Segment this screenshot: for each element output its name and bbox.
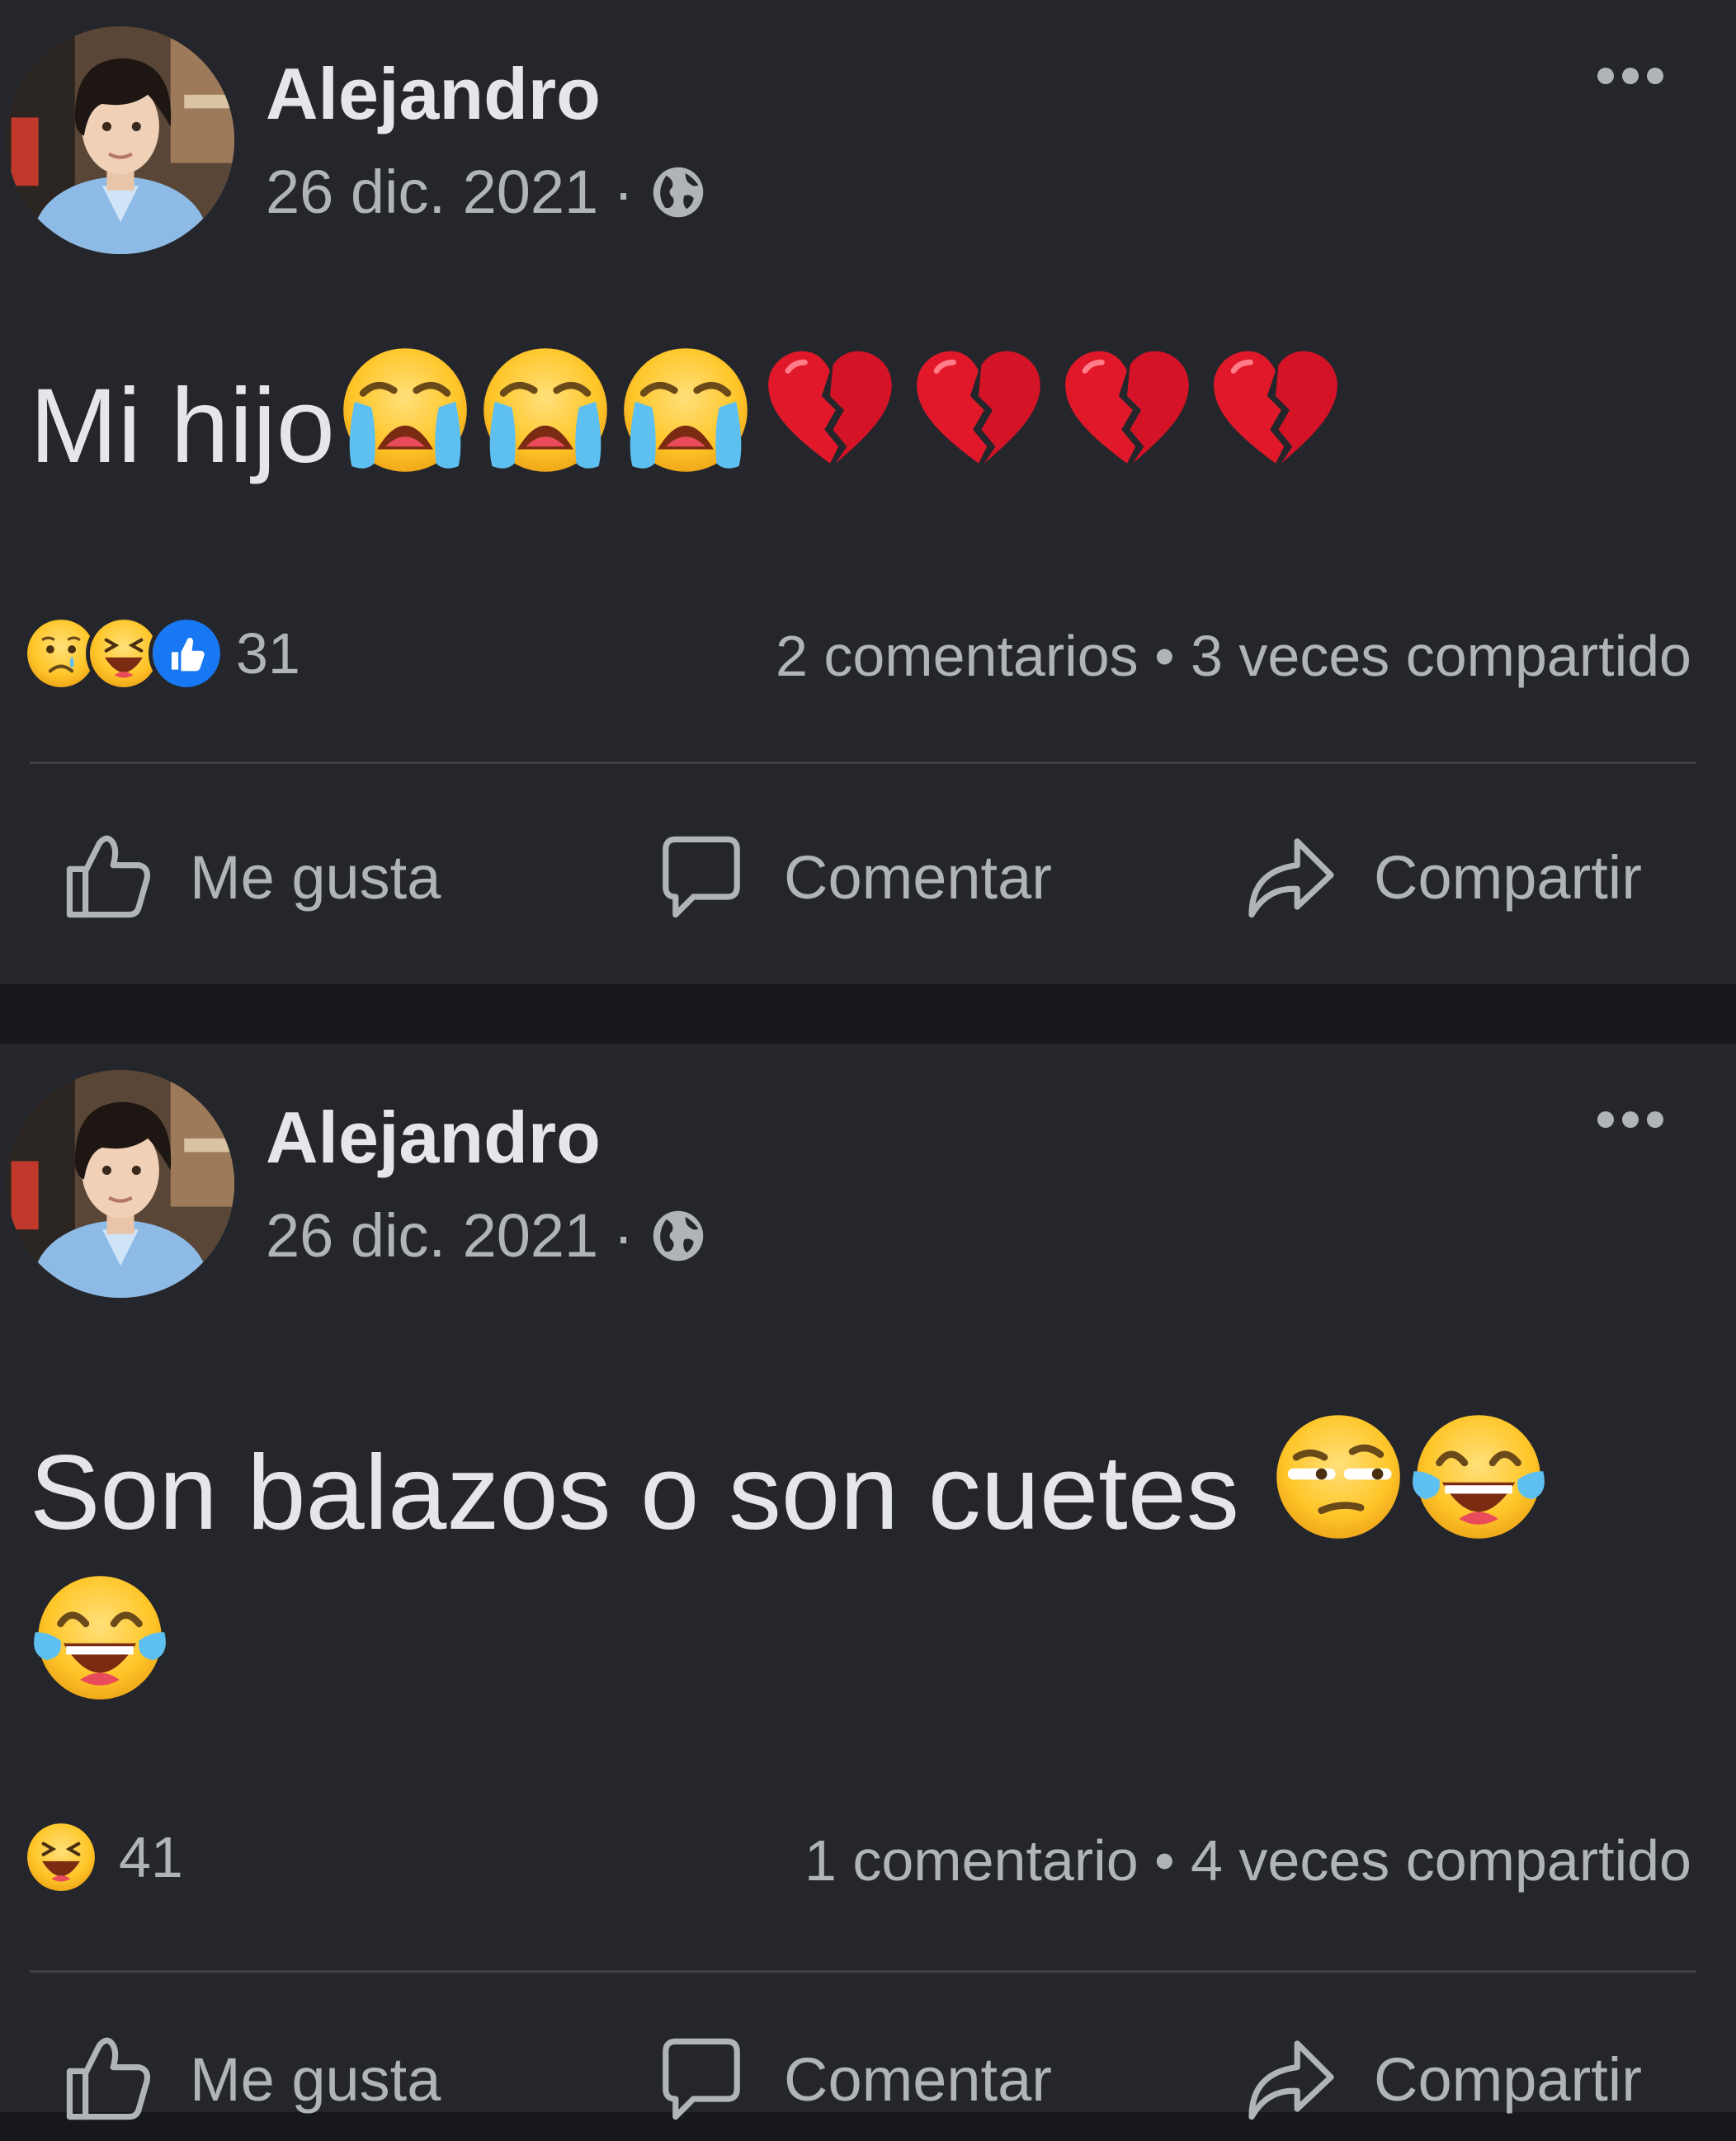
author-name[interactable]: Alejandro	[266, 1101, 601, 1174]
reaction-summary[interactable]: 41	[23, 1819, 183, 1895]
post-text-content: Son balazos o son cuetes	[30, 1434, 1239, 1552]
globe-icon	[649, 163, 708, 222]
share-label: Compartir	[1374, 842, 1642, 912]
crying-face-emoji-icon	[616, 340, 756, 480]
action-bar: Me gusta Comentar Compartir	[0, 2017, 1736, 2141]
post-stats[interactable]: 2 comentarios • 3 veces compartido	[776, 623, 1691, 689]
more-options-button[interactable]	[1597, 68, 1663, 84]
unamused-face-emoji-icon	[1268, 1407, 1408, 1547]
comment-button[interactable]: Comentar	[652, 815, 1052, 939]
action-bar: Me gusta Comentar Compartir	[0, 815, 1736, 939]
meta-separator: ·	[613, 1201, 634, 1270]
author-name[interactable]: Alejandro	[266, 58, 601, 130]
thumbs-up-icon	[58, 2030, 157, 2129]
dot-icon	[1597, 1111, 1614, 1128]
post-stats[interactable]: 1 comentario • 4 veces compartido	[804, 1827, 1691, 1893]
tears-of-joy-emoji-icon	[1408, 1407, 1549, 1547]
share-icon	[1242, 2030, 1341, 2129]
tears-of-joy-emoji-icon	[30, 1568, 170, 1708]
comment-label: Comentar	[784, 842, 1052, 912]
comment-button[interactable]: Comentar	[652, 2017, 1052, 2141]
reaction-count: 41	[119, 1825, 183, 1889]
crying-face-emoji-icon	[475, 340, 616, 480]
dot-icon	[1622, 1111, 1639, 1128]
post-card: Alejandro 26 dic. 2021 · Mi hijo 31 2 co…	[0, 0, 1736, 984]
like-button[interactable]: Me gusta	[58, 2017, 441, 2141]
like-label: Me gusta	[190, 2044, 441, 2114]
globe-icon	[649, 1206, 708, 1266]
thumbs-up-icon	[58, 828, 157, 927]
haha-reaction-icon	[23, 1819, 99, 1895]
reaction-summary[interactable]: 31	[23, 615, 300, 691]
dot-icon	[1622, 68, 1639, 84]
post-date[interactable]: 26 dic. 2021	[266, 162, 598, 223]
crying-face-emoji-icon	[335, 340, 475, 480]
divider	[30, 762, 1696, 764]
avatar[interactable]	[7, 26, 234, 254]
comment-icon	[652, 2030, 751, 2129]
divider	[30, 1970, 1696, 1973]
post-card: Alejandro 26 dic. 2021 · Son balazos o s…	[0, 1044, 1736, 2112]
like-button[interactable]: Me gusta	[58, 815, 441, 939]
dot-icon	[1597, 68, 1614, 84]
like-label: Me gusta	[190, 842, 441, 912]
post-meta: 26 dic. 2021 ·	[266, 162, 708, 223]
post-meta: 26 dic. 2021 ·	[266, 1205, 708, 1266]
post-text-content: Mi hijo	[30, 367, 335, 485]
share-icon	[1242, 828, 1341, 927]
dot-icon	[1647, 68, 1663, 84]
share-button[interactable]: Compartir	[1242, 815, 1642, 939]
reaction-count: 31	[236, 621, 300, 686]
meta-separator: ·	[613, 158, 634, 226]
comment-icon	[652, 828, 751, 927]
broken-heart-emoji-icon	[904, 340, 1053, 480]
post-text: Mi hijo	[30, 340, 1350, 498]
share-label: Compartir	[1374, 2044, 1642, 2114]
post-date[interactable]: 26 dic. 2021	[266, 1205, 598, 1266]
dot-icon	[1647, 1111, 1663, 1128]
more-options-button[interactable]	[1597, 1111, 1663, 1128]
like-reaction-icon	[149, 615, 224, 691]
comment-label: Comentar	[784, 2044, 1052, 2114]
broken-heart-emoji-icon	[1201, 340, 1350, 480]
share-button[interactable]: Compartir	[1242, 2017, 1642, 2141]
broken-heart-emoji-icon	[756, 340, 904, 480]
post-text: Son balazos o son cuetes	[30, 1407, 1549, 1728]
avatar[interactable]	[7, 1070, 234, 1298]
broken-heart-emoji-icon	[1053, 340, 1201, 480]
